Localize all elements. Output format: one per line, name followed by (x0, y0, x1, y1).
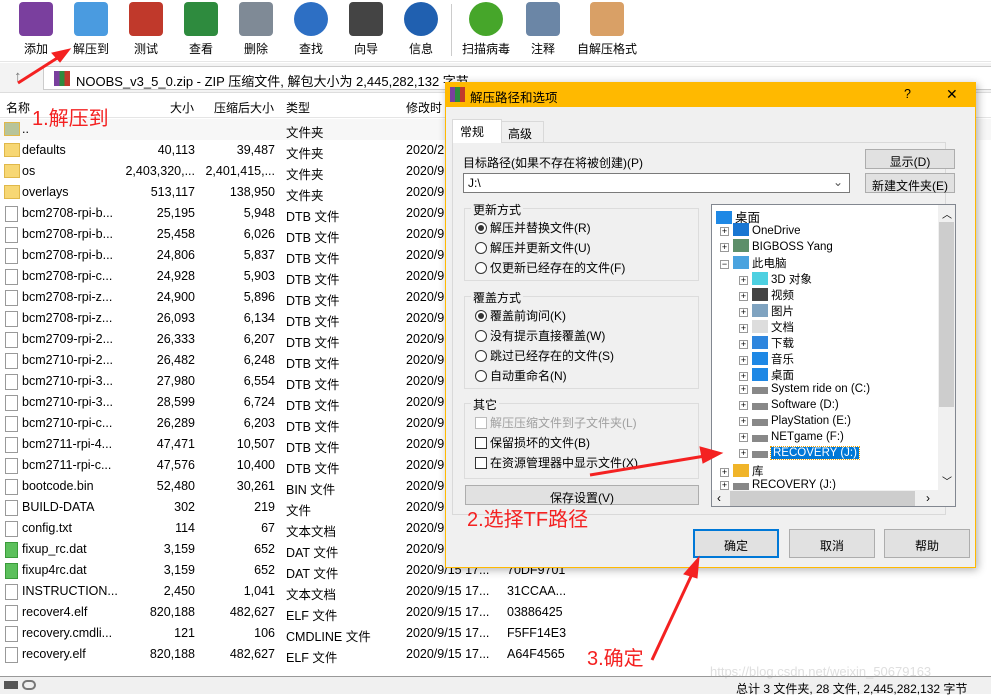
annotation-step-3: 3.确定 (587, 648, 644, 670)
annotation-step-1: 1.解压到 (32, 108, 109, 130)
annotation-step-2: 2.选择TF路径 (467, 509, 589, 531)
arrowhead-2 (699, 446, 724, 464)
annotation-arrows (17, 48, 724, 661)
tab-general[interactable]: 常规 (452, 119, 502, 143)
arrow-3 (650, 571, 695, 661)
arrowhead-3 (683, 555, 700, 579)
arrow-1 (17, 53, 63, 85)
tab-label: 常规 (460, 125, 485, 139)
arrow-2 (589, 454, 706, 477)
